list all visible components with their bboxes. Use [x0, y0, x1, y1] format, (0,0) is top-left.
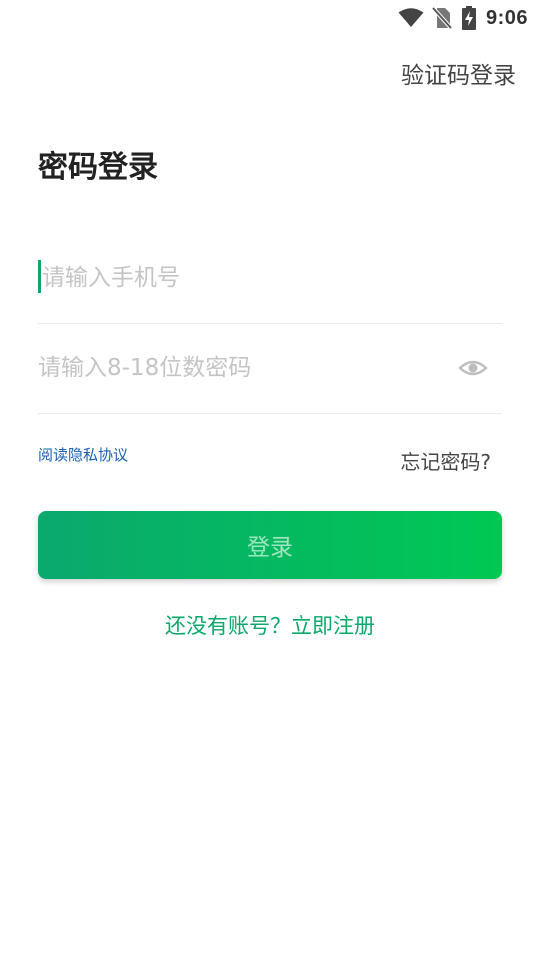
battery-charging-icon [461, 6, 476, 30]
status-bar: 9:06 [0, 0, 540, 36]
page-title: 密码登录 [38, 150, 158, 185]
text-cursor [38, 260, 41, 293]
privacy-policy-link[interactable]: 阅读隐私协议 [38, 444, 128, 465]
password-input[interactable] [38, 345, 438, 391]
status-time: 9:06 [485, 6, 528, 29]
wifi-icon [398, 8, 424, 28]
register-link[interactable]: 还没有账号？立即注册 [0, 610, 540, 640]
status-icons: 9:06 [398, 4, 528, 32]
phone-field [38, 233, 502, 324]
no-sim-icon [431, 7, 452, 29]
sms-login-switch-link[interactable]: 验证码登录 [401, 56, 516, 90]
login-button[interactable]: 登录 [38, 511, 502, 579]
eye-icon[interactable] [458, 355, 488, 385]
forgot-password-link[interactable]: 忘记密码? [400, 446, 491, 475]
password-field [38, 323, 502, 414]
phone-input[interactable] [42, 255, 442, 301]
